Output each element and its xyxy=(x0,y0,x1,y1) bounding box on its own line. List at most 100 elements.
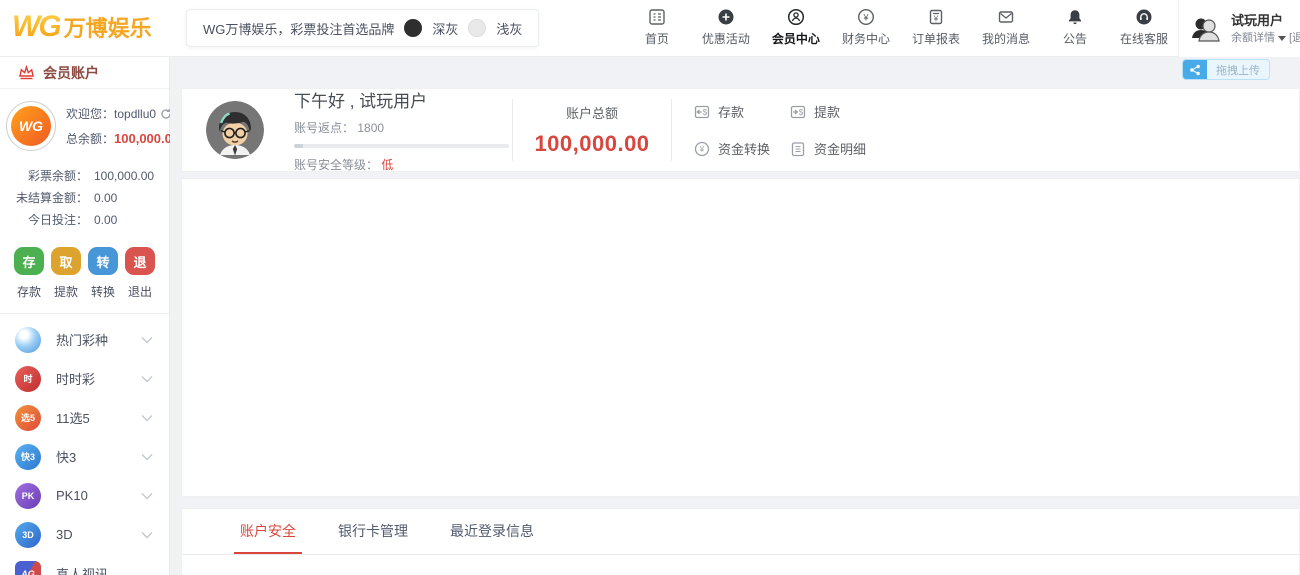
quick-action-buttons: 存 存款 取 提款 转 转换 退 退出 xyxy=(0,231,169,300)
user-avatar-icon xyxy=(1189,12,1223,46)
menu-item-icon: 选5 xyxy=(15,405,41,431)
menu-item-label: 时时彩 xyxy=(56,369,126,388)
user-name: 试玩用户 xyxy=(1231,11,1300,31)
sidebar-menu-item[interactable]: 快3 快3 xyxy=(0,437,169,476)
light-theme-swatch[interactable] xyxy=(468,19,486,37)
menu-item-icon: PK xyxy=(15,483,41,509)
theme-switcher: WG万博娱乐，彩票投注首选品牌 深灰 浅灰 xyxy=(186,9,539,47)
side-action-button[interactable]: 退 退出 xyxy=(125,247,155,300)
stat-label: 未结算金额： xyxy=(0,187,88,209)
menu-item-icon: 时 xyxy=(15,366,41,392)
dark-theme-label: 深灰 xyxy=(432,19,458,38)
chevron-down-icon xyxy=(141,492,153,500)
slogan-text: WG万博娱乐，彩票投注首选品牌 xyxy=(203,19,394,38)
chevron-down-icon xyxy=(141,375,153,383)
nav-item-finance-center[interactable]: ¥ 财务中心 xyxy=(842,8,890,47)
top-nav-menu: 首页 优惠活动 会员中心 ¥ 财务中心 ¥ 订单报表 我的消息 公告 在线客服 xyxy=(634,8,1168,47)
finance-center-icon: ¥ xyxy=(857,8,875,26)
action-chip-icon: 退 xyxy=(125,247,155,275)
light-theme-label: 浅灰 xyxy=(496,19,522,38)
transfer-action[interactable]: ¥ 资金转换 xyxy=(694,139,790,158)
fund-details-action[interactable]: 资金明细 xyxy=(790,139,900,158)
fund-details-icon xyxy=(790,141,806,157)
profile-info: 下午好 , 试玩用户 账号返点： 1800 账号安全等级： 低 xyxy=(294,87,512,173)
action-label: 退出 xyxy=(128,283,152,300)
svg-text:¥: ¥ xyxy=(933,15,939,24)
notice-icon xyxy=(1066,8,1084,26)
side-action-button[interactable]: 取 提款 xyxy=(51,247,81,300)
member-center-icon xyxy=(787,8,805,26)
action-chip-icon: 转 xyxy=(88,247,118,275)
stat-value: 0.00 xyxy=(94,209,117,231)
withdraw-action[interactable]: $ 提款 xyxy=(790,102,900,121)
menu-item-label: 热门彩种 xyxy=(56,330,126,349)
nav-item-order-report[interactable]: ¥ 订单报表 xyxy=(912,8,960,47)
transfer-icon: ¥ xyxy=(694,141,710,157)
dark-theme-swatch[interactable] xyxy=(404,19,422,37)
nav-item-notice[interactable]: 公告 xyxy=(1052,8,1098,47)
divider xyxy=(671,99,672,161)
fund-quick-actions: $ 存款 $ 提款 ¥ 资金转换 资金明细 xyxy=(694,102,900,158)
nav-item-promotions[interactable]: 优惠活动 xyxy=(702,8,750,47)
svg-text:¥: ¥ xyxy=(862,13,869,23)
action-label: 提款 xyxy=(54,283,78,300)
stat-value: 100,000.00 xyxy=(94,165,154,187)
tab-bar: 账户安全银行卡管理最近登录信息 xyxy=(182,509,1299,555)
nav-item-member-center[interactable]: 会员中心 xyxy=(772,8,820,47)
total-balance-label: 总余额： xyxy=(66,132,114,146)
username: topdllu0 xyxy=(114,107,156,121)
home-icon xyxy=(648,8,666,26)
stat-row: 未结算金额： 0.00 xyxy=(0,187,169,209)
withdraw-icon: $ xyxy=(790,104,806,120)
stat-value: 0.00 xyxy=(94,187,117,209)
sidebar: 会员账户 WG 欢迎您：topdllu0 总余额：100,000.00 彩票余额… xyxy=(0,57,170,575)
menu-item-label: PK10 xyxy=(56,488,126,503)
nav-item-home[interactable]: 首页 xyxy=(634,8,680,47)
main-content: 拖拽上传 下午好 , 试玩用户 账号返点： 1800 xyxy=(170,57,1300,575)
security-progress-fill xyxy=(294,144,303,148)
side-action-button[interactable]: 转 转换 xyxy=(88,247,118,300)
sidebar-menu-item[interactable]: 选5 11选5 xyxy=(0,398,169,437)
sidebar-menu-item[interactable]: AG 真人视讯 xyxy=(0,554,169,575)
tab[interactable]: 最近登录信息 xyxy=(444,509,540,554)
sidebar-menu-item[interactable]: 热门彩种 xyxy=(0,320,169,359)
sidebar-menu-item[interactable]: 时 时时彩 xyxy=(0,359,169,398)
profile-avatar[interactable] xyxy=(206,101,264,159)
dropdown-arrow-icon[interactable] xyxy=(1278,36,1286,41)
menu-item-icon: 快3 xyxy=(15,444,41,470)
menu-item-label: 真人视讯 xyxy=(56,564,126,575)
security-tabs-card: 账户安全银行卡管理最近登录信息 xyxy=(181,508,1300,575)
sidebar-section-header: 会员账户 xyxy=(0,57,169,89)
stat-row: 今日投注： 0.00 xyxy=(0,209,169,231)
sidebar-section-title: 会员账户 xyxy=(43,63,99,83)
brand-logo-name: 万博娱乐 xyxy=(64,11,152,43)
balance-detail-link[interactable]: 余额详情 xyxy=(1231,30,1275,47)
rebate-value: 1800 xyxy=(357,121,384,135)
menu-item-icon: 3D xyxy=(15,522,41,548)
brand-logo[interactable]: WG 万博娱乐 xyxy=(12,10,152,44)
menu-item-icon xyxy=(15,327,41,353)
order-report-icon: ¥ xyxy=(927,8,945,26)
tab[interactable]: 银行卡管理 xyxy=(332,509,414,554)
action-chip-icon: 存 xyxy=(14,247,44,275)
tab[interactable]: 账户安全 xyxy=(234,509,302,554)
sidebar-menu-item[interactable]: 3D 3D xyxy=(0,515,169,554)
side-action-button[interactable]: 存 存款 xyxy=(14,247,44,300)
messages-icon xyxy=(997,8,1015,26)
promotions-icon xyxy=(717,8,735,26)
nav-item-online-service[interactable]: 在线客服 xyxy=(1120,8,1168,47)
drag-upload-badge[interactable]: 拖拽上传 xyxy=(1182,59,1270,80)
logout-link[interactable]: [退出] xyxy=(1289,30,1300,47)
security-progress-bar xyxy=(294,144,509,148)
user-box[interactable]: 试玩用户 余额详情 [退出] xyxy=(1178,0,1300,57)
brand-logo-wg: WG xyxy=(12,10,60,44)
nav-item-messages[interactable]: 我的消息 xyxy=(982,8,1030,47)
sidebar-menu-item[interactable]: PK PK10 xyxy=(0,476,169,515)
account-total-label: 账户总额 xyxy=(513,103,671,122)
action-label: 转换 xyxy=(91,283,115,300)
online-service-icon xyxy=(1135,8,1153,26)
account-total-block: 账户总额 100,000.00 xyxy=(513,103,671,157)
stat-label: 彩票余额： xyxy=(0,165,88,187)
deposit-action[interactable]: $ 存款 xyxy=(694,102,790,121)
action-chip-icon: 取 xyxy=(51,247,81,275)
